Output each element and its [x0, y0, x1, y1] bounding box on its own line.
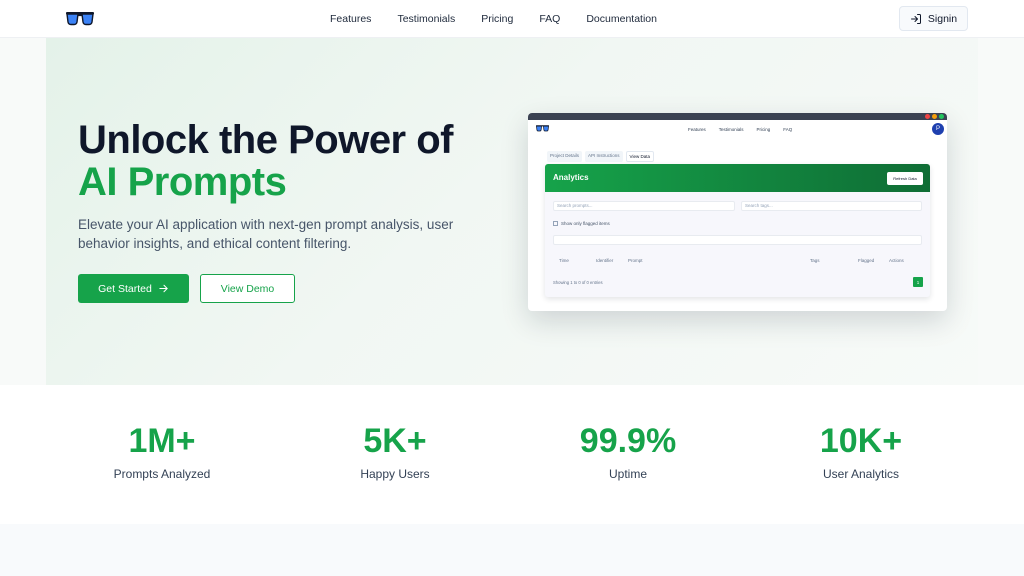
hero-title-line1: Unlock the Power of [78, 118, 454, 162]
glasses-logo-icon[interactable] [66, 12, 94, 26]
mock-tabs: Project Details API Instructions View Da… [547, 151, 654, 162]
get-started-button[interactable]: Get Started [78, 274, 189, 303]
login-icon [910, 13, 921, 24]
nav-link-testimonials[interactable]: Testimonials [397, 13, 455, 25]
nav-links: Features Testimonials Pricing FAQ Docume… [330, 0, 657, 38]
window-maximize-dot [939, 114, 944, 119]
hero-title: Unlock the Power of AI Prompts [78, 118, 454, 204]
mock-nav-testimonials: Testimonials [718, 126, 744, 132]
mock-col-flagged: Flagged [858, 258, 875, 263]
nav-link-pricing[interactable]: Pricing [481, 13, 513, 25]
mock-flagged-filter: Show only flagged items [553, 221, 610, 226]
top-navbar: Features Testimonials Pricing FAQ Docume… [0, 0, 1024, 38]
mock-col-actions: Actions [889, 258, 904, 263]
signin-button[interactable]: Signin [899, 6, 968, 31]
stat-label: User Analytics [822, 467, 900, 481]
mock-search-tags: Search tags... [741, 201, 922, 211]
mock-nav-pricing: Pricing [756, 126, 771, 132]
mock-col-time: Time [559, 258, 569, 263]
stat-prompts-analyzed: 1M+ Prompts Analyzed [52, 421, 272, 481]
hero-side-right [978, 38, 1024, 385]
stat-uptime: 99.9% Uptime [518, 421, 738, 481]
stat-label: Uptime [608, 467, 647, 481]
dashboard-preview: Features Testimonials Pricing FAQ P Proj… [528, 113, 947, 311]
mock-col-tags: Tags [810, 258, 820, 263]
mock-footer-text: Showing 1 to 0 of 0 entries [553, 280, 603, 285]
mock-navbar: Features Testimonials Pricing FAQ P [528, 120, 947, 138]
mock-card-title: Analytics [553, 173, 589, 182]
nav-link-documentation[interactable]: Documentation [586, 13, 657, 25]
signin-label: Signin [927, 12, 958, 25]
hero-title-accent: AI Prompts [78, 160, 287, 204]
mock-nav-faq: FAQ [783, 126, 793, 132]
next-section [0, 524, 1024, 576]
mock-refresh-button: Refresh Data [887, 172, 923, 185]
mock-glasses-logo-icon [536, 125, 549, 132]
view-demo-button[interactable]: View Demo [200, 274, 295, 303]
window-close-dot [925, 114, 930, 119]
window-minimize-dot [932, 114, 937, 119]
mock-flagged-label: Show only flagged items [561, 221, 610, 226]
stat-value: 1M+ [128, 422, 196, 460]
mock-filter-row [553, 235, 922, 245]
stat-happy-users: 5K+ Happy Users [285, 421, 505, 481]
mock-col-identifier: Identifier [596, 258, 614, 263]
stat-label: Prompts Analyzed [113, 467, 211, 481]
mock-window-bar [528, 113, 947, 120]
mock-col-prompt: Prompt [628, 258, 643, 263]
stat-user-analytics: 10K+ User Analytics [751, 421, 971, 481]
get-started-label: Get Started [98, 282, 152, 295]
nav-link-faq[interactable]: FAQ [539, 13, 560, 25]
mock-analytics-card: Analytics Refresh Data Search prompts...… [545, 164, 930, 297]
stat-value: 5K+ [363, 422, 427, 460]
mock-card-header: Analytics Refresh Data [545, 164, 930, 192]
mock-checkbox [553, 221, 558, 226]
stat-value: 10K+ [819, 422, 903, 460]
mock-tab-view-data: View Data [625, 151, 654, 162]
mock-search-prompts: Search prompts... [553, 201, 735, 211]
stat-value: 99.9% [579, 422, 677, 460]
hero-subtitle: Elevate your AI application with next-ge… [78, 217, 454, 251]
mock-tab-api-instructions: API Instructions [585, 151, 623, 162]
stat-label: Happy Users [360, 467, 430, 481]
hero-side-left [0, 38, 46, 385]
nav-link-features[interactable]: Features [330, 13, 371, 25]
mock-tab-project-details: Project Details [547, 151, 583, 162]
arrow-right-icon [159, 284, 168, 293]
mock-page-button: 1 [913, 277, 923, 287]
mock-nav-features: Features [688, 126, 706, 132]
mock-avatar: P [932, 123, 944, 135]
